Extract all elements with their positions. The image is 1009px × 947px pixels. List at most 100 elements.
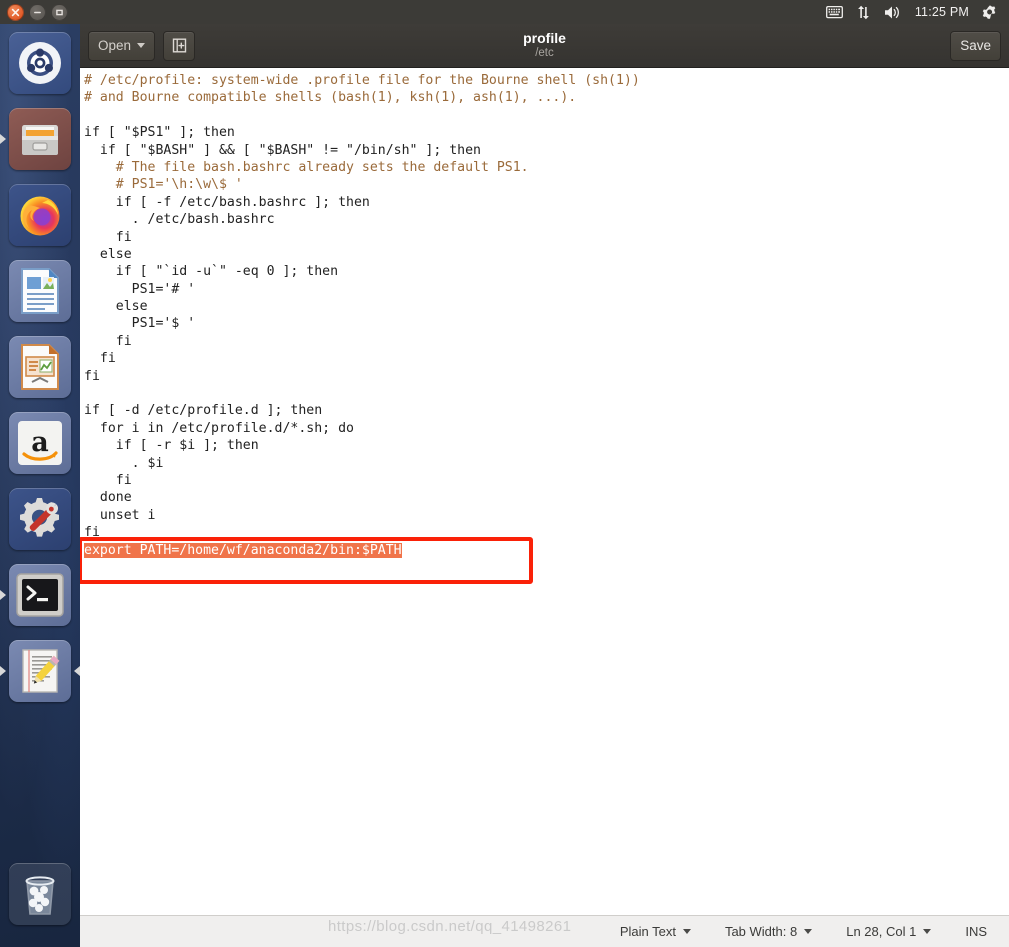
chevron-down-icon xyxy=(137,43,146,48)
code-line: if [ -r $i ]; then xyxy=(84,438,259,454)
sidebar-item-files[interactable] xyxy=(0,108,80,170)
maximize-icon xyxy=(56,9,63,15)
running-indicator-icon xyxy=(0,590,6,600)
gear-icon[interactable] xyxy=(982,4,998,20)
network-icon[interactable] xyxy=(856,5,871,20)
watermark: https://blog.csdn.net/qq_41498261 xyxy=(328,918,572,935)
chevron-down-icon xyxy=(682,929,691,934)
pencil-notepad-icon xyxy=(9,640,71,702)
new-document-icon xyxy=(172,38,186,53)
svg-text:a: a xyxy=(31,427,49,458)
ubuntu-logo-icon xyxy=(9,32,71,94)
code-line: unset i xyxy=(84,507,156,523)
focused-indicator-icon xyxy=(74,666,80,676)
code-line: if [ -f /etc/bash.bashrc ]; then xyxy=(84,194,370,210)
code-line: for i in /etc/profile.d/*.sh; do xyxy=(84,420,354,436)
code-line: PS1='# ' xyxy=(84,281,196,297)
sidebar-item-libreoffice-writer[interactable] xyxy=(0,260,80,322)
cursor-position-label: Ln 28, Col 1 xyxy=(846,924,917,939)
code-line: fi xyxy=(84,472,132,488)
sidebar-item-firefox[interactable] xyxy=(0,184,80,246)
code-line: if [ "$PS1" ]; then xyxy=(84,125,235,141)
code-line: fi xyxy=(84,351,116,367)
volume-icon[interactable] xyxy=(884,5,902,20)
selected-text: export PATH=/home/wf/anaconda2/bin:$PATH xyxy=(84,542,402,558)
window-controls xyxy=(0,3,68,21)
sidebar-item-libreoffice-impress[interactable] xyxy=(0,336,80,398)
running-indicator-icon xyxy=(0,666,6,676)
sidebar-item-amazon[interactable]: a xyxy=(0,412,80,474)
trash-bin-icon xyxy=(9,863,71,925)
code-line: fi xyxy=(84,229,132,245)
system-tray: 11:25 PM xyxy=(825,4,1009,20)
tab-width-label: Tab Width: 8 xyxy=(724,924,798,939)
code-line: if [ "$BASH" ] && [ "$BASH" != "/bin/sh"… xyxy=(84,142,481,158)
code-line: if [ "`id -u`" -eq 0 ]; then xyxy=(84,264,339,280)
sidebar-item-system-settings[interactable] xyxy=(0,488,80,550)
code-comment: # The file bash.bashrc already sets the … xyxy=(84,159,529,175)
gear-wrench-icon xyxy=(9,488,71,550)
language-label: Plain Text xyxy=(619,924,676,939)
cursor-position-selector[interactable]: Ln 28, Col 1 xyxy=(846,924,932,939)
minimize-icon xyxy=(34,11,41,13)
sidebar-item-ubuntu-dash[interactable] xyxy=(0,32,80,94)
close-window-button[interactable] xyxy=(7,3,24,21)
unity-launcher: a xyxy=(0,24,80,947)
terminal-icon xyxy=(9,564,71,626)
code-line: . $i xyxy=(84,455,164,471)
code-line: # /etc/profile: system-wide .profile fil… xyxy=(84,72,1009,89)
minimize-window-button[interactable] xyxy=(29,3,46,21)
sidebar-item-trash[interactable] xyxy=(0,863,80,939)
language-selector[interactable]: Plain Text xyxy=(620,924,691,939)
chevron-down-icon xyxy=(923,929,932,934)
writer-document-icon xyxy=(9,260,71,322)
open-button-label: Open xyxy=(98,38,132,53)
code-comment: # PS1='\h:\w\$ ' xyxy=(84,177,243,193)
page-title: profile xyxy=(523,30,566,46)
sidebar-item-text-editor[interactable] xyxy=(0,640,80,702)
code-line: PS1='$ ' xyxy=(84,316,196,332)
code-line: if [ -d /etc/profile.d ]; then xyxy=(84,403,323,419)
save-button[interactable]: Save xyxy=(950,30,1001,61)
code-line: fi xyxy=(84,368,100,384)
insert-mode-indicator: INS xyxy=(965,924,987,939)
firefox-icon xyxy=(9,184,71,246)
open-button[interactable]: Open xyxy=(88,30,156,61)
file-cabinet-icon xyxy=(9,108,71,170)
code-line: # The file bash.bashrc already sets the … xyxy=(84,159,1009,176)
clock[interactable]: 11:25 PM xyxy=(915,5,969,19)
gedit-headerbar: Open profile /etc Save xyxy=(80,24,1009,68)
code-comment: # and Bourne compatible shells (bash(1),… xyxy=(84,90,577,106)
sidebar-item-terminal[interactable] xyxy=(0,564,80,626)
source-code-text[interactable]: # /etc/profile: system-wide .profile fil… xyxy=(80,68,1009,576)
statusbar: https://blog.csdn.net/qq_41498261 Plain … xyxy=(80,915,1009,947)
code-line: # and Bourne compatible shells (bash(1),… xyxy=(84,89,1009,106)
code-line: else xyxy=(84,246,132,262)
tab-width-selector[interactable]: Tab Width: 8 xyxy=(724,924,813,939)
maximize-window-button[interactable] xyxy=(51,3,68,21)
code-comment: # /etc/profile: system-wide .profile fil… xyxy=(84,73,640,88)
impress-presentation-icon xyxy=(9,336,71,398)
running-indicator-icon xyxy=(0,134,6,144)
save-button-label: Save xyxy=(960,38,991,53)
code-line: # PS1='\h:\w\$ ' xyxy=(84,176,1009,193)
insert-mode-label: INS xyxy=(965,924,987,939)
code-line: else xyxy=(84,299,148,315)
document-path: /etc xyxy=(535,47,554,59)
new-document-button[interactable] xyxy=(163,30,196,61)
amazon-icon: a xyxy=(9,412,71,474)
code-line: fi xyxy=(84,525,100,541)
top-system-panel: 11:25 PM xyxy=(0,0,1009,24)
gedit-window: Open profile /etc Save # /etc/profile: s… xyxy=(80,24,1009,947)
code-line: done xyxy=(84,490,132,506)
document-title-block: profile /etc xyxy=(80,24,1009,67)
close-icon xyxy=(11,8,20,16)
text-editor-area[interactable]: # /etc/profile: system-wide .profile fil… xyxy=(80,68,1009,915)
code-line: . /etc/bash.bashrc xyxy=(84,212,275,228)
code-line: fi xyxy=(84,333,132,349)
keyboard-icon[interactable] xyxy=(825,5,843,19)
code-line: export PATH=/home/wf/anaconda2/bin:$PATH xyxy=(84,542,1009,559)
